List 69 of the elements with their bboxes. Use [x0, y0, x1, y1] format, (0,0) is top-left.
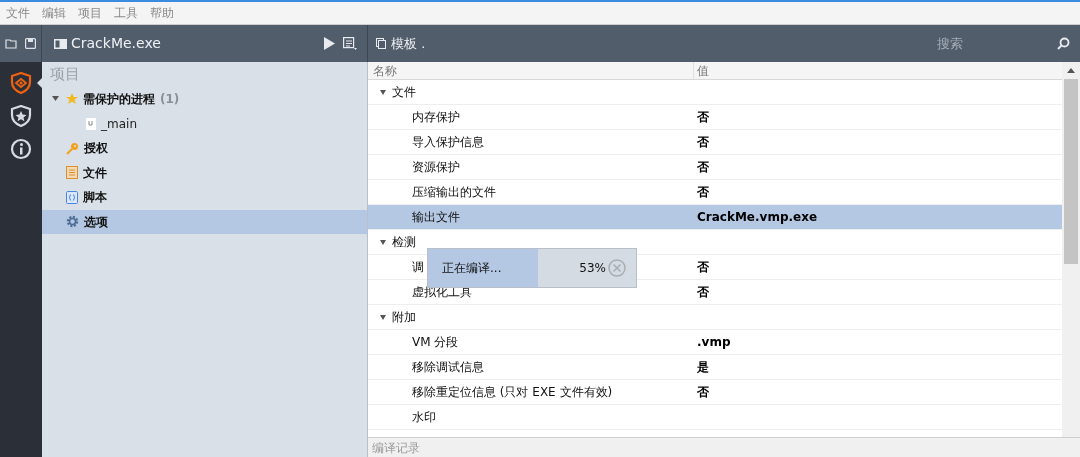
- save-icon[interactable]: [25, 38, 36, 49]
- column-header[interactable]: 名称: [373, 64, 397, 78]
- progress-label: 正在编译...: [442, 260, 502, 277]
- shield-icon[interactable]: [10, 72, 32, 94]
- sidebar-item[interactable]: 文件: [42, 160, 367, 185]
- progress-percent: 53%: [579, 260, 606, 277]
- property-value: CrackMe.vmp.exe: [697, 210, 818, 224]
- search-field[interactable]: 搜索: [937, 33, 1047, 54]
- property-value: 否: [697, 110, 709, 124]
- property-name: 水印: [412, 410, 436, 424]
- template-dropdown[interactable]: 模板 .: [391, 33, 426, 54]
- sidebar-item[interactable]: 脚本: [42, 185, 367, 210]
- property-name: 输出文件: [412, 210, 460, 224]
- compile-menu-icon[interactable]: [343, 37, 357, 50]
- table-row[interactable]: 输出文件 CrackMe.vmp.exe: [368, 205, 1062, 230]
- property-name: 资源保护: [412, 160, 460, 174]
- folder-icon[interactable]: [5, 38, 17, 49]
- property-name: VM 分段: [412, 335, 459, 349]
- group-label[interactable]: 附加: [392, 308, 416, 326]
- property-value: 否: [697, 135, 709, 149]
- file-name: CrackMe.exe: [71, 34, 161, 53]
- document-icon: [66, 166, 78, 180]
- property-value: 否: [697, 185, 709, 199]
- copy-icon[interactable]: [376, 38, 386, 49]
- property-value: 否: [697, 285, 709, 299]
- sidebar-item[interactable]: 选项: [42, 209, 367, 234]
- property-value: .vmp: [697, 335, 731, 349]
- sidebar-item[interactable]: 需保护的进程 (1): [42, 87, 367, 112]
- table-row[interactable]: 移除重定位信息 (只对 EXE 文件有效) 否: [368, 380, 1062, 405]
- table-row[interactable]: 资源保护 否: [368, 155, 1062, 180]
- braces-icon: [66, 190, 78, 204]
- table-row[interactable]: 导入保护信息 否: [368, 130, 1062, 155]
- table-row[interactable]: 水印: [368, 405, 1062, 430]
- table-row[interactable]: 移除调试信息 是: [368, 355, 1062, 380]
- item-count: (1): [160, 91, 180, 109]
- property-value: 是: [697, 360, 709, 374]
- document-icon: [86, 117, 96, 130]
- table-row[interactable]: VM 分段 .vmp: [368, 330, 1062, 355]
- property-value: 否: [697, 260, 709, 274]
- scrollbar[interactable]: [1062, 62, 1080, 437]
- gear-icon: [66, 215, 79, 229]
- property-name: 移除调试信息: [412, 360, 484, 374]
- caret-icon[interactable]: [380, 89, 386, 95]
- search-icon[interactable]: [1057, 37, 1070, 50]
- sidebar-item[interactable]: 授权: [42, 136, 367, 161]
- key-icon: [66, 141, 79, 155]
- column-header[interactable]: 值: [697, 64, 709, 78]
- shield-star-icon[interactable]: [10, 105, 32, 127]
- info-icon[interactable]: [10, 138, 32, 160]
- window-icon: [54, 38, 67, 49]
- star-icon: [66, 93, 78, 106]
- property-name: 调: [412, 260, 424, 274]
- group-label[interactable]: 文件: [392, 83, 416, 101]
- property-name: 内存保护: [412, 110, 460, 124]
- play-icon[interactable]: [324, 37, 335, 50]
- property-name: 导入保护信息: [412, 135, 484, 149]
- property-value: 否: [697, 160, 709, 174]
- sidebar-item[interactable]: _main: [42, 111, 367, 136]
- property-name: 压缩输出的文件: [412, 185, 496, 199]
- log-panel-title: 编译记录: [372, 439, 420, 457]
- caret-icon[interactable]: [380, 239, 386, 245]
- scroll-up-icon[interactable]: [1067, 68, 1075, 73]
- caret-icon[interactable]: [52, 96, 59, 103]
- caret-icon[interactable]: [380, 314, 386, 320]
- table-row[interactable]: 内存保护 否: [368, 105, 1062, 130]
- property-name: 移除重定位信息 (只对 EXE 文件有效): [412, 385, 613, 399]
- sidebar-title: 项目: [50, 64, 80, 86]
- group-label[interactable]: 检测: [392, 233, 416, 251]
- property-value: 否: [697, 385, 709, 399]
